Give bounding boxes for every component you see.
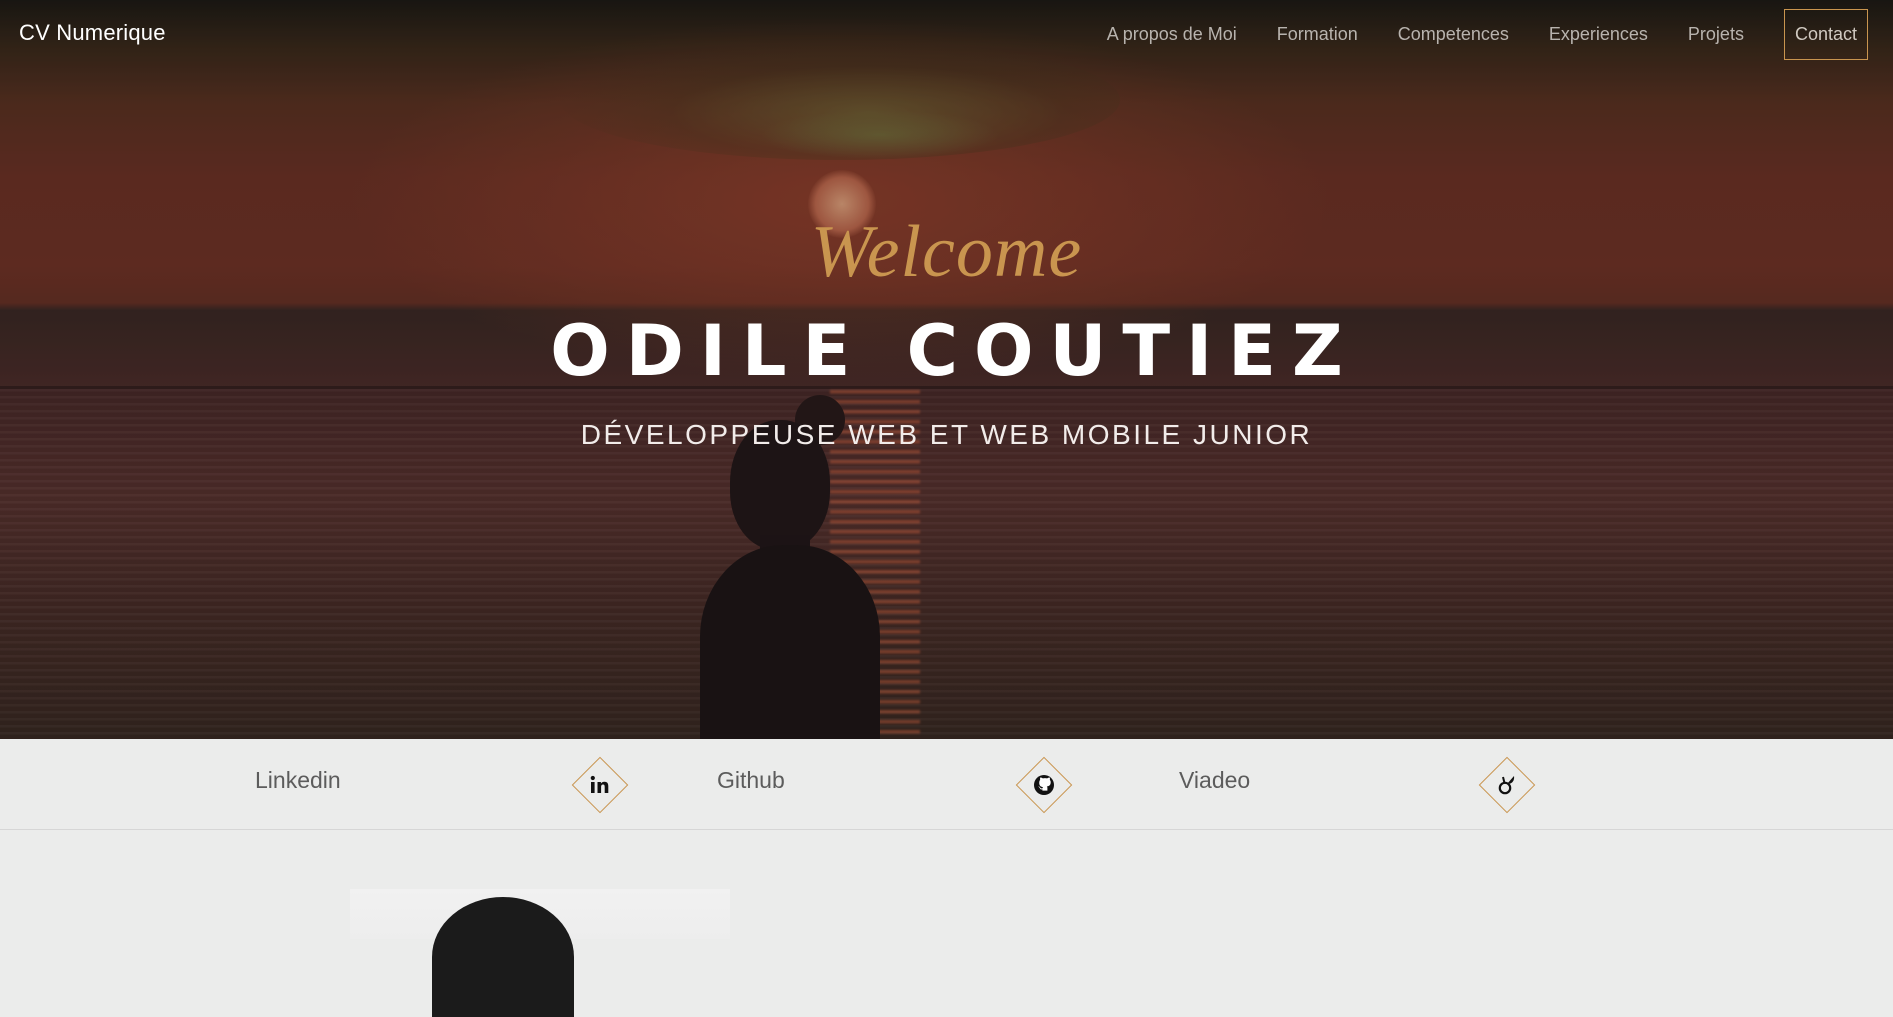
nav-link-about[interactable]: A propos de Moi [1107, 24, 1237, 45]
nav-contact-button[interactable]: Contact [1783, 8, 1868, 60]
nav-link-formation[interactable]: Formation [1277, 24, 1358, 45]
linkedin-icon [571, 756, 629, 814]
hero-subtitle: DÉVELOPPEUSE WEB ET WEB MOBILE JUNIOR [580, 419, 1313, 450]
hero-name: ODILE COUTIEZ [550, 310, 1359, 392]
viadeo-button[interactable] [1478, 756, 1536, 814]
nav-link-experiences[interactable]: Experiences [1549, 24, 1648, 45]
linkedin-link[interactable]: Linkedin [255, 767, 341, 794]
github-icon [1015, 756, 1073, 814]
hero-section: Welcome ODILE COUTIEZ DÉVELOPPEUSE WEB E… [0, 0, 1893, 739]
nav-link-projets[interactable]: Projets [1688, 24, 1744, 45]
nav-links: A propos de Moi Formation Competences Ex… [1107, 0, 1893, 68]
profile-photo-head [432, 897, 574, 1017]
brand-link[interactable]: CV Numerique [19, 20, 166, 46]
github-link[interactable]: Github [717, 767, 785, 794]
viadeo-icon [1478, 756, 1536, 814]
about-section-preview [0, 831, 1893, 1017]
github-button[interactable] [1015, 756, 1073, 814]
social-bar: Linkedin Github Viadeo [0, 739, 1893, 830]
nav-link-competences[interactable]: Competences [1398, 24, 1509, 45]
welcome-text: Welcome [810, 211, 1083, 293]
viadeo-link[interactable]: Viadeo [1179, 767, 1250, 794]
top-navbar: CV Numerique A propos de Moi Formation C… [0, 0, 1893, 68]
linkedin-button[interactable] [571, 756, 629, 814]
